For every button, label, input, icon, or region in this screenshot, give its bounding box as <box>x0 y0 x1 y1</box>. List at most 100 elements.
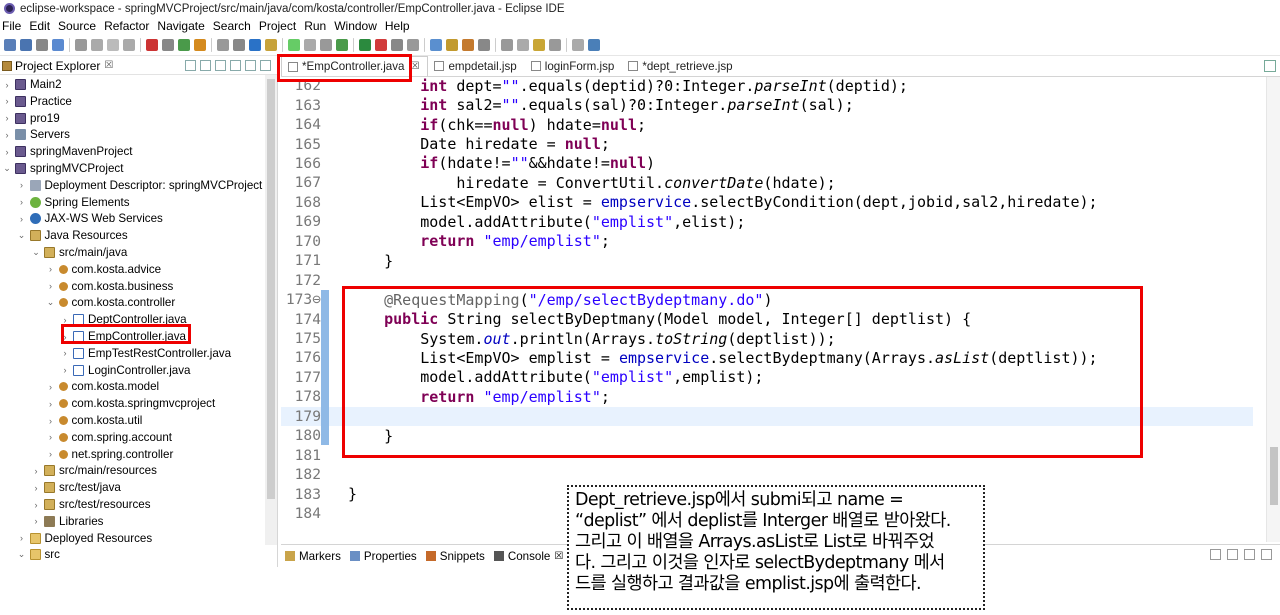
expand-chevron-icon[interactable]: › <box>46 416 56 426</box>
tree-item[interactable]: › Spring Elements <box>0 194 130 211</box>
expand-chevron-icon[interactable]: ⌄ <box>31 247 41 258</box>
filter-icon[interactable] <box>215 60 226 71</box>
toolbar-button-icon[interactable] <box>391 39 403 51</box>
expand-chevron-icon[interactable]: › <box>31 466 41 476</box>
menu-source[interactable]: Source <box>58 19 102 33</box>
expand-chevron-icon[interactable]: › <box>31 500 41 510</box>
menu-edit[interactable]: Edit <box>29 19 56 33</box>
tree-item[interactable]: › com.kosta.advice <box>0 261 161 278</box>
tab-markers[interactable]: Markers <box>285 550 341 563</box>
minimize-icon[interactable] <box>245 60 256 71</box>
explorer-scrollbar[interactable] <box>265 75 277 545</box>
code-line[interactable]: 165 Date hiredate = null; <box>281 134 1253 153</box>
tree-item[interactable]: › com.kosta.springmvcproject <box>0 395 215 412</box>
toolbar-button-icon[interactable] <box>375 39 387 51</box>
tree-item[interactable]: › JAX-WS Web Services <box>0 210 163 227</box>
toolbar-button-icon[interactable] <box>572 39 584 51</box>
tree-item[interactable]: › Main2 <box>0 76 62 93</box>
open-console-icon[interactable] <box>1261 549 1272 560</box>
tree-item[interactable]: ⌄ springMVCProject <box>0 160 123 177</box>
expand-chevron-icon[interactable]: ⌄ <box>2 163 12 174</box>
tree-item[interactable]: ⌄ src <box>0 546 60 563</box>
toolbar-button-icon[interactable] <box>265 39 277 51</box>
expand-chevron-icon[interactable]: › <box>31 483 41 493</box>
toolbar-button-icon[interactable] <box>146 39 158 51</box>
tree-item[interactable]: › Deployed Resources <box>0 530 152 547</box>
toolbar-button-icon[interactable] <box>107 39 119 51</box>
tree-item[interactable]: › com.spring.account <box>0 429 172 446</box>
tab-console[interactable]: Console ☒ <box>493 550 563 563</box>
collapse-all-icon[interactable] <box>185 60 196 71</box>
toolbar-button-icon[interactable] <box>501 39 513 51</box>
expand-chevron-icon[interactable]: › <box>46 432 56 442</box>
maximize-icon[interactable] <box>260 60 271 71</box>
code-line[interactable]: 171 } <box>281 251 1253 270</box>
expand-chevron-icon[interactable]: ⌄ <box>46 297 56 308</box>
toolbar-button-icon[interactable] <box>549 39 561 51</box>
tree-item[interactable]: › Deployment Descriptor: springMVCProject <box>0 177 262 194</box>
tree-item[interactable]: ⌄ com.kosta.controller <box>0 294 176 311</box>
tree-item[interactable]: › LoginController.java <box>0 362 191 379</box>
expand-chevron-icon[interactable]: › <box>60 365 70 375</box>
clear-console-icon[interactable] <box>1210 549 1221 560</box>
tree-item[interactable]: › springMavenProject <box>0 143 133 160</box>
scroll-lock-icon[interactable] <box>1227 549 1238 560</box>
expand-chevron-icon[interactable]: › <box>2 80 12 90</box>
expand-chevron-icon[interactable]: › <box>46 449 56 459</box>
tab-snippets[interactable]: Snippets <box>425 550 485 563</box>
code-line[interactable]: 164 if(chk==null) hdate=null; <box>281 115 1253 134</box>
code-line[interactable]: 168 List<EmpVO> elist = empservice.selec… <box>281 193 1253 212</box>
expand-chevron-icon[interactable]: › <box>2 147 12 157</box>
tree-item[interactable]: › com.kosta.util <box>0 412 142 429</box>
tree-item[interactable]: › src/test/java <box>0 479 121 496</box>
toolbar-button-icon[interactable] <box>4 39 16 51</box>
menu-run[interactable]: Run <box>304 19 332 33</box>
toolbar-button-icon[interactable] <box>320 39 332 51</box>
tree-item[interactable]: › Servers <box>0 126 70 143</box>
editor-tab[interactable]: *dept_retrieve.jsp <box>622 56 740 76</box>
toolbar-button-icon[interactable] <box>359 39 371 51</box>
toolbar-button-icon[interactable] <box>446 39 458 51</box>
toolbar-button-icon[interactable] <box>336 39 348 51</box>
expand-chevron-icon[interactable]: › <box>17 180 27 190</box>
expand-chevron-icon[interactable]: › <box>2 130 12 140</box>
tree-item[interactable]: › src/test/resources <box>0 496 151 513</box>
toolbar-button-icon[interactable] <box>517 39 529 51</box>
toolbar-button-icon[interactable] <box>52 39 64 51</box>
close-icon[interactable]: ☒ <box>104 60 113 71</box>
toolbar-button-icon[interactable] <box>288 39 300 51</box>
tree-item[interactable]: › pro19 <box>0 110 60 127</box>
toolbar-button-icon[interactable] <box>217 39 229 51</box>
tree-item[interactable]: › com.kosta.model <box>0 378 159 395</box>
code-line[interactable]: 162 int dept="".equals(deptid)?0:Integer… <box>281 76 1253 95</box>
toolbar-button-icon[interactable] <box>533 39 545 51</box>
expand-chevron-icon[interactable]: › <box>2 113 12 123</box>
view-menu-icon[interactable] <box>230 60 241 71</box>
pin-icon[interactable] <box>1244 549 1255 560</box>
menu-window[interactable]: Window <box>334 19 383 33</box>
tree-item[interactable]: ⌄ Java Resources <box>0 227 128 244</box>
tree-item[interactable]: › Practice <box>0 93 72 110</box>
tree-item[interactable]: › net.spring.controller <box>0 446 173 463</box>
menu-navigate[interactable]: Navigate <box>157 19 210 33</box>
editor-scrollbar[interactable] <box>1266 77 1280 542</box>
toolbar-button-icon[interactable] <box>178 39 190 51</box>
menu-refactor[interactable]: Refactor <box>104 19 155 33</box>
toolbar-button-icon[interactable] <box>407 39 419 51</box>
menu-project[interactable]: Project <box>259 19 302 33</box>
expand-chevron-icon[interactable]: › <box>46 264 56 274</box>
code-line[interactable]: 167 hiredate = ConvertUtil.convertDate(h… <box>281 173 1253 192</box>
toolbar-button-icon[interactable] <box>478 39 490 51</box>
toolbar-button-icon[interactable] <box>249 39 261 51</box>
code-line[interactable]: 170 return "emp/emplist"; <box>281 232 1253 251</box>
expand-chevron-icon[interactable]: › <box>17 533 27 543</box>
toolbar-button-icon[interactable] <box>304 39 316 51</box>
close-console-icon[interactable]: ☒ <box>554 551 563 562</box>
expand-chevron-icon[interactable]: › <box>46 382 56 392</box>
toolbar-button-icon[interactable] <box>462 39 474 51</box>
code-line[interactable]: 166 if(hdate!=""&&hdate!=null) <box>281 154 1253 173</box>
menu-file[interactable]: File <box>2 19 27 33</box>
menu-help[interactable]: Help <box>385 19 416 33</box>
toolbar-button-icon[interactable] <box>36 39 48 51</box>
toolbar-button-icon[interactable] <box>123 39 135 51</box>
